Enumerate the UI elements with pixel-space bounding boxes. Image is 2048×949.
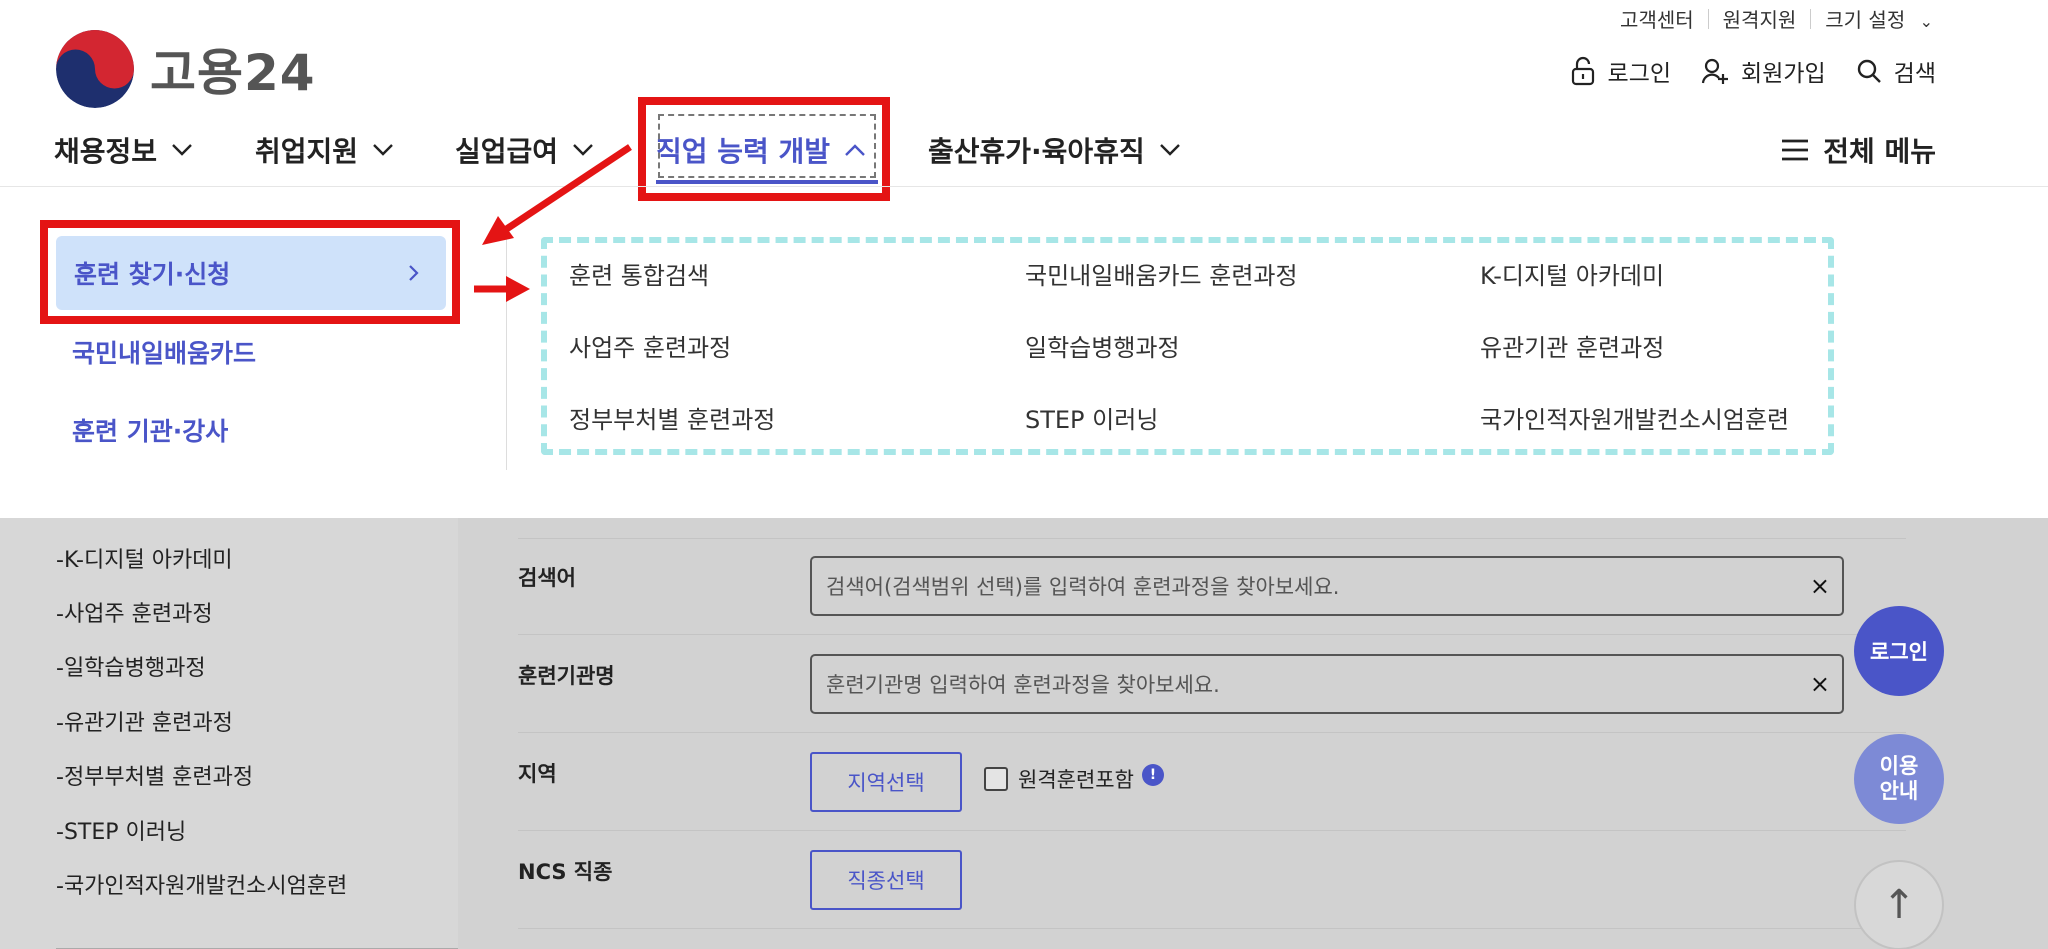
chevron-down-icon [373,144,393,156]
all-menu-label: 전체 메뉴 [1823,135,1936,168]
sidebar-item[interactable]: -국가인적자원개발컨소시엄훈련 [56,868,347,900]
submenu-item[interactable]: 사업주 훈련과정 [569,328,731,363]
sidebar-item[interactable]: -정부부처별 훈련과정 [56,759,253,791]
dimmed-page-content: -K-디지털 아카데미 -사업주 훈련과정 -일학습병행과정 -유관기관 훈련과… [0,518,2048,949]
region-label: 지역 [518,762,557,786]
keyword-input[interactable]: 검색어(검색범위 선택)를 입력하여 훈련과정을 찾아보세요. × [810,556,1844,616]
logo-text: 고용24 [150,44,316,102]
gnb-label: 취업지원 [255,135,359,168]
scroll-top-button[interactable]: ↑ [1854,860,1944,949]
annotation-arrow-right [474,276,530,302]
checkbox-box[interactable] [984,767,1008,791]
form-divider [518,928,1906,929]
font-size-label: 크기 설정 [1825,8,1906,32]
all-menu-button[interactable]: 전체 메뉴 [1781,130,1936,170]
submenu-item[interactable]: STEP 이러닝 [1025,400,1158,435]
remote-support-link[interactable]: 원격지원 [1723,4,1797,33]
lnb-item-training-institution[interactable]: 훈련 기관·강사 [56,412,228,448]
gnb-label: 실업급여 [455,135,559,168]
submenu-item[interactable]: 국가인적자원개발컨소시엄훈련 [1480,400,1789,435]
sidebar-item[interactable]: -STEP 이러닝 [56,814,186,846]
form-divider [518,538,1906,539]
dropdown-left-menu: 훈련 찾기·신청 국민내일배움카드 훈련 기관·강사 [56,236,446,446]
divider [1707,8,1709,29]
search-label: 검색 [1893,61,1936,87]
clear-icon[interactable]: × [1810,572,1830,600]
hamburger-icon [1782,139,1809,161]
form-divider [518,732,1906,733]
page-sidebar: -K-디지털 아카데미 -사업주 훈련과정 -일학습병행과정 -유관기관 훈련과… [0,518,458,949]
remote-training-label: 원격훈련포함 [1018,768,1134,792]
remote-training-checkbox[interactable]: 원격훈련포함 ! [984,764,1164,794]
info-icon[interactable]: ! [1141,764,1164,786]
gnb-label: 출산휴가·육아휴직 [928,135,1145,168]
floating-guide-button[interactable]: 이용 안내 [1854,734,1944,824]
main-navigation: 채용정보 취업지원 실업급여 직업 능력 개발 출산휴가·육아휴직 [54,124,1181,176]
lnb-label: 훈련 찾기·신청 [74,260,231,289]
user-add-icon [1701,58,1729,84]
header-divider [0,186,2048,187]
chevron-right-icon [409,265,419,281]
gnb-label: 채용정보 [54,135,158,168]
form-divider [518,634,1906,635]
taegeuk-logo-icon [56,30,134,108]
gnb-item-employment-support[interactable]: 취업지원 [255,124,455,176]
submenu-item[interactable]: 정부부처별 훈련과정 [569,400,775,435]
site-logo[interactable]: 고용24 [56,30,316,108]
guide-label: 이용 안내 [1879,753,1919,803]
chevron-down-icon [172,144,192,156]
login-link[interactable]: 로그인 [1570,54,1671,88]
divider [1810,8,1812,29]
submenu-item[interactable]: 일학습병행과정 [1025,328,1180,363]
dropdown-divider [506,236,507,470]
customer-center-link[interactable]: 고객센터 [1620,4,1694,33]
signup-label: 회원가입 [1741,61,1826,87]
account-actions: 로그인 회원가입 검색 [1540,54,1936,88]
submenu-item[interactable]: 훈련 통합검색 [569,256,709,291]
submenu-item[interactable]: 유관기관 훈련과정 [1480,328,1664,363]
ncs-label: NCS 직종 [518,860,613,884]
keyword-label: 검색어 [518,566,576,590]
institution-label: 훈련기관명 [518,664,615,688]
institution-input[interactable]: 훈련기관명 입력하여 훈련과정을 찾아보세요. × [810,654,1844,714]
lock-icon [1571,56,1594,86]
chevron-down-icon [1159,144,1180,156]
chevron-down-icon [573,144,593,156]
keyword-placeholder: 검색어(검색범위 선택)를 입력하여 훈련과정을 찾아보세요. [826,575,1340,599]
gnb-item-unemployment-benefit[interactable]: 실업급여 [455,124,656,176]
search-icon [1857,59,1881,83]
submenu-item[interactable]: 국민내일배움카드 훈련과정 [1025,256,1298,291]
login-label: 로그인 [1607,61,1672,87]
chevron-down-icon: ⌄ [1919,12,1933,31]
gnb-item-jobs[interactable]: 채용정보 [54,124,255,176]
sidebar-item[interactable]: -유관기관 훈련과정 [56,705,233,737]
search-form: 검색어 검색어(검색범위 선택)를 입력하여 훈련과정을 찾아보세요. × 훈련… [458,518,1906,949]
lnb-item-naeil-card[interactable]: 국민내일배움카드 [56,334,256,370]
search-link[interactable]: 검색 [1856,54,1936,88]
institution-placeholder: 훈련기관명 입력하여 훈련과정을 찾아보세요. [826,673,1220,697]
utility-links: 고객센터 원격지원 크기 설정 ⌄ [1620,4,1933,33]
sidebar-item[interactable]: -K-디지털 아카데미 [56,542,233,574]
ncs-select-button[interactable]: 직종선택 [810,850,962,910]
submenu-item[interactable]: K-디지털 아카데미 [1480,256,1664,291]
form-divider [518,830,1906,831]
lnb-item-training-search[interactable]: 훈련 찾기·신청 [56,236,446,310]
signup-link[interactable]: 회원가입 [1701,54,1826,88]
region-select-button[interactable]: 지역선택 [810,752,962,812]
sidebar-item[interactable]: -일학습병행과정 [56,650,206,682]
clear-icon[interactable]: × [1810,670,1830,698]
floating-login-button[interactable]: 로그인 [1854,606,1944,696]
font-size-setting[interactable]: 크기 설정 ⌄ [1825,4,1933,33]
sidebar-item[interactable]: -사업주 훈련과정 [56,596,213,628]
gnb-item-maternity-leave[interactable]: 출산휴가·육아휴직 [928,124,1181,176]
